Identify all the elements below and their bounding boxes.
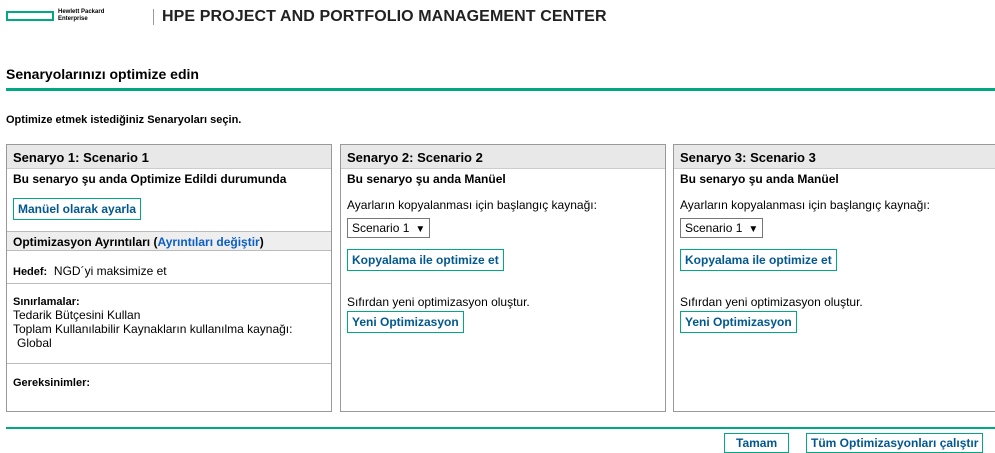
scenario-3-new-label: Sıfırdan yeni optimizasyon oluştur. [680, 295, 863, 309]
header-divider [153, 9, 154, 25]
scenario-3-copy-optimize-button[interactable]: Kopyalama ile optimize et [680, 249, 837, 271]
scenario-3-header: Senaryo 3: Scenario 3 [674, 145, 995, 169]
scenario-3-select-value: Scenario 1 [685, 221, 743, 235]
optimization-details-label: Optimizasyon Ayrıntıları ( [13, 235, 158, 249]
constraints-section: Sınırlamalar: Tedarik Bütçesini Kullan T… [7, 284, 331, 364]
scenario-3-panel: Senaryo 3: Scenario 3 Bu senaryo şu anda… [673, 144, 995, 412]
scenario-1-header: Senaryo 1: Scenario 1 [7, 145, 331, 169]
ok-button[interactable]: Tamam [724, 433, 790, 453]
goal-label: Hedef: [13, 266, 48, 278]
scenario-1-panel: Senaryo 1: Scenario 1 Bu senaryo şu anda… [6, 144, 332, 412]
optimization-details-close: ) [259, 235, 264, 249]
goal-section: Hedef: NGD´yi maksimize et [7, 251, 331, 284]
set-manual-button[interactable]: Manüel olarak ayarla [13, 198, 142, 220]
title-divider [6, 88, 995, 91]
scenario-2-select-value: Scenario 1 [352, 221, 410, 235]
scenario-2-header: Senaryo 2: Scenario 2 [341, 145, 665, 169]
scenario-3-status: Bu senaryo şu anda Manüel [680, 172, 839, 186]
scenario-1-status: Bu senaryo şu anda Optimize Edildi durum… [13, 172, 287, 186]
change-details-link[interactable]: Ayrıntıları değiştir [157, 235, 259, 249]
scenario-3-new-optimization-button[interactable]: Yeni Optimizasyon [680, 311, 797, 333]
run-all-optimizations-button[interactable]: Tüm Optimizasyonları çalıştır [806, 433, 984, 453]
constraint-resources-source: Global [17, 336, 52, 350]
constraints-label: Sınırlamalar: [13, 296, 80, 308]
instruction-text: Optimize etmek istediğiniz Senaryoları s… [6, 114, 242, 126]
scenario-3-source-select[interactable]: Scenario 1 ▼ [680, 218, 764, 238]
hpe-logo: Hewlett Packard Enterprise [6, 9, 104, 23]
scenario-3-copy-label: Ayarların kopyalanması için başlangıç ka… [680, 198, 930, 212]
scenario-2-copy-label: Ayarların kopyalanması için başlangıç ka… [347, 198, 597, 212]
chevron-down-icon: ▼ [748, 224, 759, 235]
app-header: Hewlett Packard Enterprise HPE PROJECT A… [0, 0, 995, 34]
scenario-2-new-optimization-button[interactable]: Yeni Optimizasyon [347, 311, 464, 333]
scenario-2-new-label: Sıfırdan yeni optimizasyon oluştur. [347, 295, 530, 309]
optimization-details-header: Optimizasyon Ayrıntıları (Ayrıntıları de… [7, 231, 331, 251]
scenario-2-copy-optimize-button[interactable]: Kopyalama ile optimize et [347, 249, 504, 271]
scenario-2-source-select[interactable]: Scenario 1 ▼ [347, 218, 431, 238]
app-title: HPE PROJECT AND PORTFOLIO MANAGEMENT CEN… [162, 8, 607, 25]
footer-divider [6, 427, 995, 429]
constraint-resources: Toplam Kullanılabilir Kaynakların kullan… [13, 322, 293, 336]
hpe-logo-text: Hewlett Packard Enterprise [58, 9, 105, 22]
constraint-budget: Tedarik Bütçesini Kullan [13, 308, 141, 322]
scenario-2-status: Bu senaryo şu anda Manüel [347, 172, 506, 186]
chevron-down-icon: ▼ [415, 224, 426, 235]
goal-value: NGD´yi maksimize et [53, 264, 167, 278]
scenario-2-panel: Senaryo 2: Scenario 2 Bu senaryo şu anda… [340, 144, 666, 412]
page-title: Senaryolarınızı optimize edin [6, 66, 199, 82]
hpe-logo-mark [6, 11, 54, 21]
requirements-label: Gereksinimler: [13, 377, 91, 389]
